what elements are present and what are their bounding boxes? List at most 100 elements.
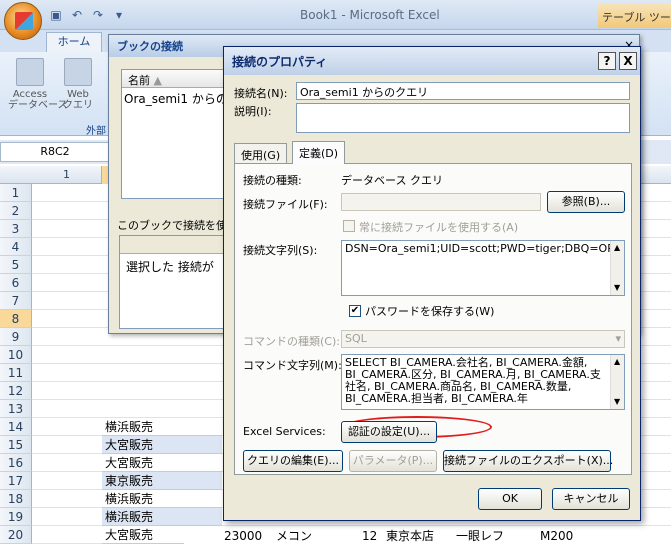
ok-button[interactable]: OK (478, 488, 542, 510)
scrollbar[interactable]: ▲ ▼ (610, 241, 624, 295)
row-header[interactable]: 11 (0, 364, 32, 382)
redo-icon[interactable]: ↷ (90, 7, 106, 23)
connection-type-value: データベース クエリ (341, 174, 443, 187)
tab-definition[interactable]: 定義(D) (292, 141, 346, 164)
scroll-down-icon[interactable]: ▼ (614, 282, 620, 294)
row-header[interactable]: 20 (0, 526, 32, 544)
table-cell[interactable]: 横浜販売 (102, 490, 222, 508)
table-tools-tab[interactable]: テーブル ツール (598, 4, 671, 28)
column-header[interactable]: 1 (32, 166, 102, 184)
row-header[interactable]: 8 (0, 310, 32, 328)
customize-icon[interactable]: ▾ (111, 7, 127, 23)
save-password-label: パスワードを保存する(W) (365, 305, 495, 318)
always-use-file-label: 常に接続ファイルを使用する(A) (359, 221, 519, 234)
row-header[interactable]: 15 (0, 436, 32, 454)
tab-home[interactable]: ホーム (46, 32, 102, 52)
row-header[interactable]: 14 (0, 418, 32, 436)
table-cell[interactable]: 大宮販売 (102, 436, 222, 454)
row-header[interactable]: 1 (0, 184, 32, 202)
command-type-value: SQL (345, 332, 367, 345)
connection-file-label: 接続ファイル(F): (243, 198, 328, 211)
connection-properties-dialog: 接続のプロパティ ? X 接続名(N): Ora_semi1 からのクエリ 説明… (223, 46, 641, 521)
connection-string-label: 接続文字列(S): (243, 244, 318, 257)
table-cell[interactable]: 横浜販売 (102, 418, 222, 436)
command-text-label: コマンド文字列(M): (243, 359, 342, 372)
scroll-up-icon[interactable]: ▲ (614, 356, 620, 368)
excel-services-label: Excel Services: (243, 425, 326, 438)
chevron-down-icon: ▾ (615, 332, 621, 345)
browse-button[interactable]: 参照(B)... (547, 191, 625, 213)
cell-store[interactable]: 東京本店 (386, 527, 434, 545)
list-item[interactable]: Ora_semi1 からの (124, 90, 228, 107)
access-db-label: Access データベース (8, 89, 68, 111)
cell-month[interactable]: 12 (362, 527, 377, 545)
row-header[interactable]: 18 (0, 490, 32, 508)
undo-icon[interactable]: ↶ (69, 7, 85, 23)
tab-usage[interactable]: 使用(G) (234, 143, 288, 163)
access-db-button[interactable]: Access データベース (8, 58, 68, 111)
scrollbar[interactable]: ▲ ▼ (610, 355, 624, 409)
row-header[interactable]: 19 (0, 508, 32, 526)
table-row-20: 23000 メコン 12 東京本店 一眼レフ M200 (184, 527, 671, 545)
always-use-file-checkbox[interactable] (343, 220, 355, 232)
office-button[interactable] (4, 2, 42, 40)
name-box[interactable]: R8C2 (0, 142, 110, 162)
row-header[interactable]: 2 (0, 202, 32, 220)
row-header[interactable]: 16 (0, 454, 32, 472)
cancel-button[interactable]: キャンセル (552, 488, 630, 510)
web-icon (64, 58, 92, 86)
parameters-button[interactable]: パラメータ(P)... (349, 450, 437, 472)
connection-string-text: DSN=Ora_semi1;UID=scott;PWD=tiger;DBQ=OR… (345, 242, 624, 255)
description-label: 説明(I): (234, 105, 272, 118)
save-icon[interactable]: ▣ (48, 7, 64, 23)
command-type-label: コマンドの種類(C): (243, 335, 340, 348)
table-cell[interactable]: 大宮販売 (102, 454, 222, 472)
tab-strip: 使用(G) 定義(D) (234, 141, 632, 164)
usage-message: 選択した 接続が (126, 260, 214, 274)
cell-amount[interactable]: 23000 (224, 527, 262, 545)
auth-settings-button[interactable]: 認証の設定(U)... (341, 421, 437, 443)
connection-string-field[interactable]: DSN=Ora_semi1;UID=scott;PWD=tiger;DBQ=OR… (341, 240, 625, 296)
scroll-up-icon[interactable]: ▲ (614, 242, 620, 254)
row-header[interactable]: 13 (0, 400, 32, 418)
table-cell[interactable]: 横浜販売 (102, 508, 222, 526)
connection-type-label: 接続の種類: (243, 174, 302, 187)
cell-product[interactable]: M200 (540, 527, 573, 545)
definition-panel: 接続の種類: データベース クエリ 接続ファイル(F): 参照(B)... 常に… (234, 163, 632, 475)
row-header[interactable]: 3 (0, 220, 32, 238)
row-header[interactable]: 6 (0, 274, 32, 292)
description-field[interactable] (296, 103, 630, 133)
row-header[interactable]: 4 (0, 238, 32, 256)
close-button[interactable]: X (619, 52, 637, 70)
row-header[interactable]: 5 (0, 256, 32, 274)
usage-label: このブックで接続を使用 (117, 219, 238, 232)
connection-name-field[interactable]: Ora_semi1 からのクエリ (296, 82, 630, 100)
save-password-checkbox[interactable]: ✔ (349, 305, 361, 317)
sort-up-icon: ▲ (153, 74, 162, 87)
connection-file-field[interactable] (341, 193, 541, 211)
command-type-select[interactable]: SQL ▾ (341, 330, 625, 348)
export-connection-button[interactable]: 接続ファイルのエクスポート(X)... (443, 450, 613, 472)
ribbon-group-label: 外部 (86, 126, 106, 137)
row-header[interactable]: 9 (0, 328, 32, 346)
web-query-label: Web クエリ (63, 89, 93, 111)
web-query-button[interactable]: Web クエリ (60, 58, 96, 111)
cell-maker[interactable]: メコン (276, 527, 312, 545)
row-header[interactable]: 7 (0, 292, 32, 310)
quick-access-toolbar: ▣ ↶ ↷ ▾ (44, 6, 127, 24)
help-button[interactable]: ? (598, 52, 616, 70)
scroll-down-icon[interactable]: ▼ (614, 396, 620, 408)
row-header[interactable]: 12 (0, 382, 32, 400)
row-header[interactable]: 10 (0, 346, 32, 364)
edit-query-button[interactable]: クエリの編集(E)... (243, 450, 343, 472)
list-header-label: 名前 (128, 74, 150, 87)
command-text-field[interactable]: SELECT BI_CAMERA.会社名, BI_CAMERA.金額, BI_C… (341, 354, 625, 410)
database-icon (16, 58, 44, 86)
cell-category[interactable]: 一眼レフ (456, 527, 504, 545)
dialog-title: 接続のプロパティ (224, 47, 640, 75)
row-header[interactable]: 17 (0, 472, 32, 490)
command-text: SELECT BI_CAMERA.会社名, BI_CAMERA.金額, BI_C… (345, 356, 601, 405)
usage-list[interactable]: 選択した 接続が (119, 235, 239, 329)
office-logo-icon (15, 12, 33, 30)
table-cell[interactable]: 東京販売 (102, 472, 222, 490)
